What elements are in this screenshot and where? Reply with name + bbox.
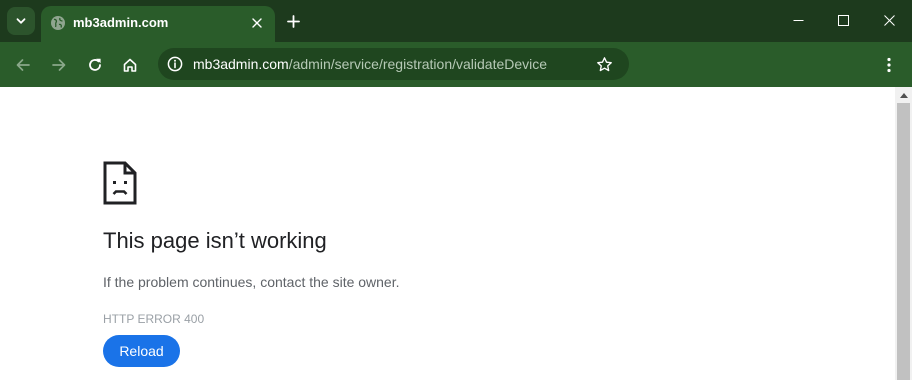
minimize-button[interactable] — [775, 0, 821, 40]
close-icon — [252, 18, 262, 28]
vertical-scrollbar[interactable] — [895, 87, 912, 380]
url-text: mb3admin.com/admin/service/registration/… — [193, 56, 547, 72]
error-code: HTTP ERROR 400 — [103, 312, 205, 326]
info-icon — [167, 56, 183, 72]
page-content: This page isn’t working If the problem c… — [0, 87, 895, 380]
arrow-right-icon — [52, 59, 66, 71]
address-bar[interactable]: mb3admin.com/admin/service/registration/… — [158, 48, 629, 80]
new-tab-button[interactable] — [282, 10, 304, 32]
forward-button[interactable] — [44, 50, 74, 80]
kebab-menu-icon — [887, 57, 891, 73]
scroll-up-button[interactable] — [895, 87, 912, 103]
reload-icon — [89, 58, 101, 71]
bookmark-button[interactable] — [592, 52, 616, 76]
toolbar: mb3admin.com/admin/service/registration/… — [0, 42, 912, 87]
tab-search-button[interactable] — [7, 7, 35, 35]
close-window-button[interactable] — [866, 0, 912, 40]
home-button[interactable] — [115, 50, 145, 80]
tab-close-button[interactable] — [248, 14, 266, 32]
tab-title: mb3admin.com — [73, 15, 169, 30]
error-description: If the problem continues, contact the si… — [103, 274, 400, 290]
sad-page-icon — [103, 161, 137, 205]
globe-icon — [51, 16, 65, 30]
site-info-button[interactable] — [163, 52, 187, 76]
back-button[interactable] — [8, 50, 38, 80]
triangle-up-icon — [899, 92, 908, 98]
maximize-button[interactable] — [820, 0, 866, 40]
maximize-icon — [837, 14, 849, 26]
close-icon — [883, 14, 895, 26]
reload-page-button[interactable]: Reload — [103, 335, 180, 367]
chevron-down-icon — [16, 18, 26, 24]
star-icon — [596, 56, 612, 71]
url-path: /admin/service/registration/validateDevi… — [288, 56, 548, 72]
menu-button[interactable] — [876, 50, 902, 80]
scroll-thumb[interactable] — [897, 103, 910, 380]
reload-button[interactable] — [80, 50, 110, 80]
title-bar: mb3admin.com — [0, 0, 912, 42]
home-icon — [123, 58, 137, 72]
error-title: This page isn’t working — [103, 228, 327, 253]
minimize-icon — [793, 19, 803, 21]
plus-icon — [286, 14, 300, 28]
url-host: mb3admin.com — [193, 56, 289, 72]
active-tab[interactable]: mb3admin.com — [41, 6, 275, 42]
arrow-left-icon — [16, 59, 30, 71]
